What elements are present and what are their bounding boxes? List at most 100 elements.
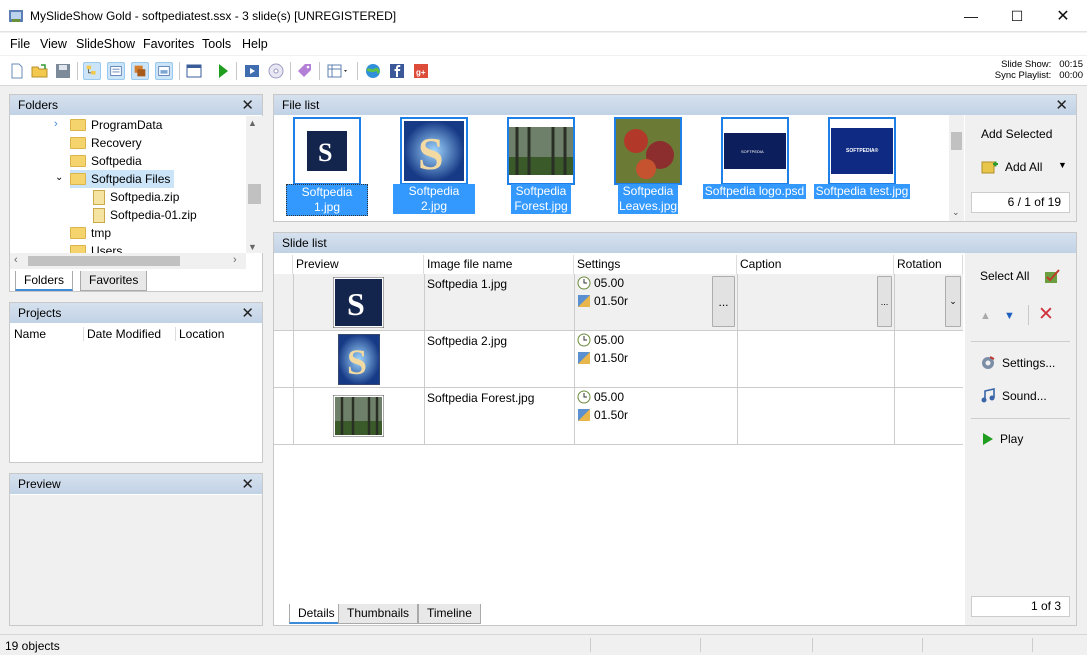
scroll-down-icon[interactable]: ⌄ [952, 207, 960, 218]
file-list-scrollbar[interactable]: ⌄ [949, 115, 964, 221]
tree-item-softpedia-zip[interactable]: Softpedia.zip [93, 188, 179, 206]
minimize-button[interactable]: — [948, 0, 994, 32]
tab-timeline[interactable]: Timeline [418, 604, 481, 624]
chevron-right-icon[interactable]: › [54, 118, 58, 130]
folders-panel-header: Folders ✕ [10, 95, 262, 115]
file-thumb-softpedia-test[interactable]: SOFTPEDIA® [828, 117, 896, 185]
scroll-thumb[interactable] [248, 184, 261, 204]
tree-item-softpedia-files[interactable]: Softpedia Files [70, 170, 175, 188]
google-plus-icon[interactable]: g+ [412, 62, 430, 80]
close-icon[interactable]: ✕ [1055, 96, 1068, 114]
menu-slideshow[interactable]: SlideShow [76, 37, 135, 51]
file-caption-5[interactable]: Softpedia logo.psd [703, 184, 806, 199]
file-thumb-softpedia-1[interactable]: S [293, 117, 361, 185]
play-icon[interactable] [214, 62, 232, 80]
layout-dropdown-icon[interactable] [326, 62, 350, 80]
fullscreen-icon[interactable] [185, 62, 203, 80]
thumbnails-view-icon[interactable] [131, 62, 149, 80]
rotation-dropdown-button[interactable]: ⌄ [945, 276, 961, 327]
add-all-dropdown-icon[interactable]: ▼ [1058, 160, 1067, 170]
chevron-down-icon[interactable]: ⌄ [55, 172, 63, 183]
add-all-button[interactable]: Add All [981, 158, 1042, 176]
tree-item-programdata[interactable]: ProgramData [70, 116, 162, 134]
tree-vertical-scrollbar[interactable]: ▲ ▼ [246, 116, 263, 253]
file-caption-4[interactable]: Softpedia Leaves.jpg [618, 184, 678, 214]
file-thumb-softpedia-logo[interactable]: SOFTPEDIA [721, 117, 789, 185]
close-icon[interactable]: ✕ [241, 304, 254, 322]
menu-favorites[interactable]: Favorites [143, 37, 194, 51]
folder-icon [70, 173, 86, 185]
preview-view-icon[interactable] [155, 62, 173, 80]
tree-horizontal-scrollbar[interactable]: ‹ › [10, 253, 246, 269]
select-all-button[interactable]: Select All [980, 269, 1029, 283]
slide-row[interactable]: S Softpedia 2.jpg 05.00 01.50r [274, 331, 963, 388]
file-thumb-softpedia-2[interactable]: S [400, 117, 468, 185]
file-caption-1[interactable]: Softpedia 1.jpg [286, 184, 368, 216]
open-folder-icon[interactable] [31, 62, 49, 80]
tab-thumbnails[interactable]: Thumbnails [338, 604, 419, 624]
tree-item-softpedia-01-zip[interactable]: Softpedia-01.zip [93, 206, 197, 224]
move-down-icon[interactable]: ▼ [1004, 310, 1015, 322]
tree-item-users[interactable]: Users [70, 242, 122, 253]
delete-icon[interactable]: ✕ [1038, 303, 1054, 326]
scroll-thumb[interactable] [951, 132, 962, 150]
file-thumb-softpedia-leaves[interactable] [614, 117, 682, 185]
slide-row[interactable]: S Softpedia 1.jpg 05.00 01.50r ... ... ⌄ [274, 274, 963, 331]
svg-text:S: S [347, 342, 367, 382]
tag-icon[interactable] [296, 62, 314, 80]
save-icon[interactable] [54, 62, 72, 80]
scroll-thumb[interactable] [28, 256, 180, 266]
tab-folders[interactable]: Folders [15, 271, 74, 291]
maximize-button[interactable]: ☐ [994, 0, 1040, 32]
add-selected-button[interactable]: Add Selected [981, 127, 1052, 141]
caption-ellipsis-button[interactable]: ... [877, 276, 892, 327]
burn-disc-icon[interactable] [267, 62, 285, 80]
column-image-file-name[interactable]: Image file name [424, 255, 574, 274]
export-video-icon[interactable] [243, 62, 261, 80]
scroll-right-icon[interactable]: › [233, 254, 237, 266]
thumbnail-image: S [307, 131, 347, 171]
menu-file[interactable]: File [10, 37, 30, 51]
app-icon [9, 10, 23, 22]
play-button[interactable]: Play [982, 432, 1023, 446]
tab-details[interactable]: Details [289, 604, 344, 624]
tree-item-tmp[interactable]: tmp [70, 224, 111, 242]
column-location[interactable]: Location [175, 327, 224, 341]
file-caption-2[interactable]: Softpedia 2.jpg [393, 184, 475, 214]
column-preview[interactable]: Preview [293, 255, 424, 274]
close-icon[interactable]: ✕ [241, 96, 254, 114]
column-rotation[interactable]: Rotation [894, 255, 963, 274]
tree-item-softpedia[interactable]: Softpedia [70, 152, 142, 170]
toolbar: g+ Slide Show: 00:15 Sync Playlist: 00:0… [0, 56, 1087, 86]
column-settings[interactable]: Settings [574, 255, 737, 274]
column-name[interactable]: Name [14, 327, 46, 341]
column-date-modified[interactable]: Date Modified [83, 327, 161, 341]
file-caption-3[interactable]: Softpedia Forest.jpg [511, 184, 571, 214]
thumbnail-image: S [404, 121, 464, 181]
new-file-icon[interactable] [8, 62, 26, 80]
scroll-down-icon[interactable]: ▼ [248, 242, 257, 252]
menu-tools[interactable]: Tools [202, 37, 231, 51]
slide-show-label: Slide Show: [1001, 59, 1052, 70]
select-all-icon[interactable] [1043, 267, 1061, 285]
column-caption[interactable]: Caption [737, 255, 894, 274]
tab-favorites[interactable]: Favorites [80, 271, 148, 291]
settings-button[interactable]: Settings... [980, 355, 1055, 371]
close-window-button[interactable]: ✕ [1040, 0, 1086, 32]
file-thumb-softpedia-forest[interactable] [507, 117, 575, 185]
close-icon[interactable]: ✕ [241, 475, 254, 493]
web-icon[interactable] [364, 62, 382, 80]
facebook-icon[interactable] [388, 62, 406, 80]
tree-item-recovery[interactable]: Recovery [70, 134, 142, 152]
folders-view-icon[interactable] [83, 62, 101, 80]
slide-row[interactable]: Softpedia Forest.jpg 05.00 01.50r [274, 388, 963, 445]
move-up-icon[interactable]: ▲ [980, 310, 991, 322]
scroll-left-icon[interactable]: ‹ [14, 254, 18, 266]
settings-ellipsis-button[interactable]: ... [712, 276, 735, 327]
file-caption-6[interactable]: Softpedia test.jpg [814, 184, 910, 199]
details-view-icon[interactable] [107, 62, 125, 80]
menu-help[interactable]: Help [242, 37, 268, 51]
sound-button[interactable]: Sound... [980, 388, 1047, 404]
menu-view[interactable]: View [40, 37, 67, 51]
scroll-up-icon[interactable]: ▲ [248, 118, 257, 128]
